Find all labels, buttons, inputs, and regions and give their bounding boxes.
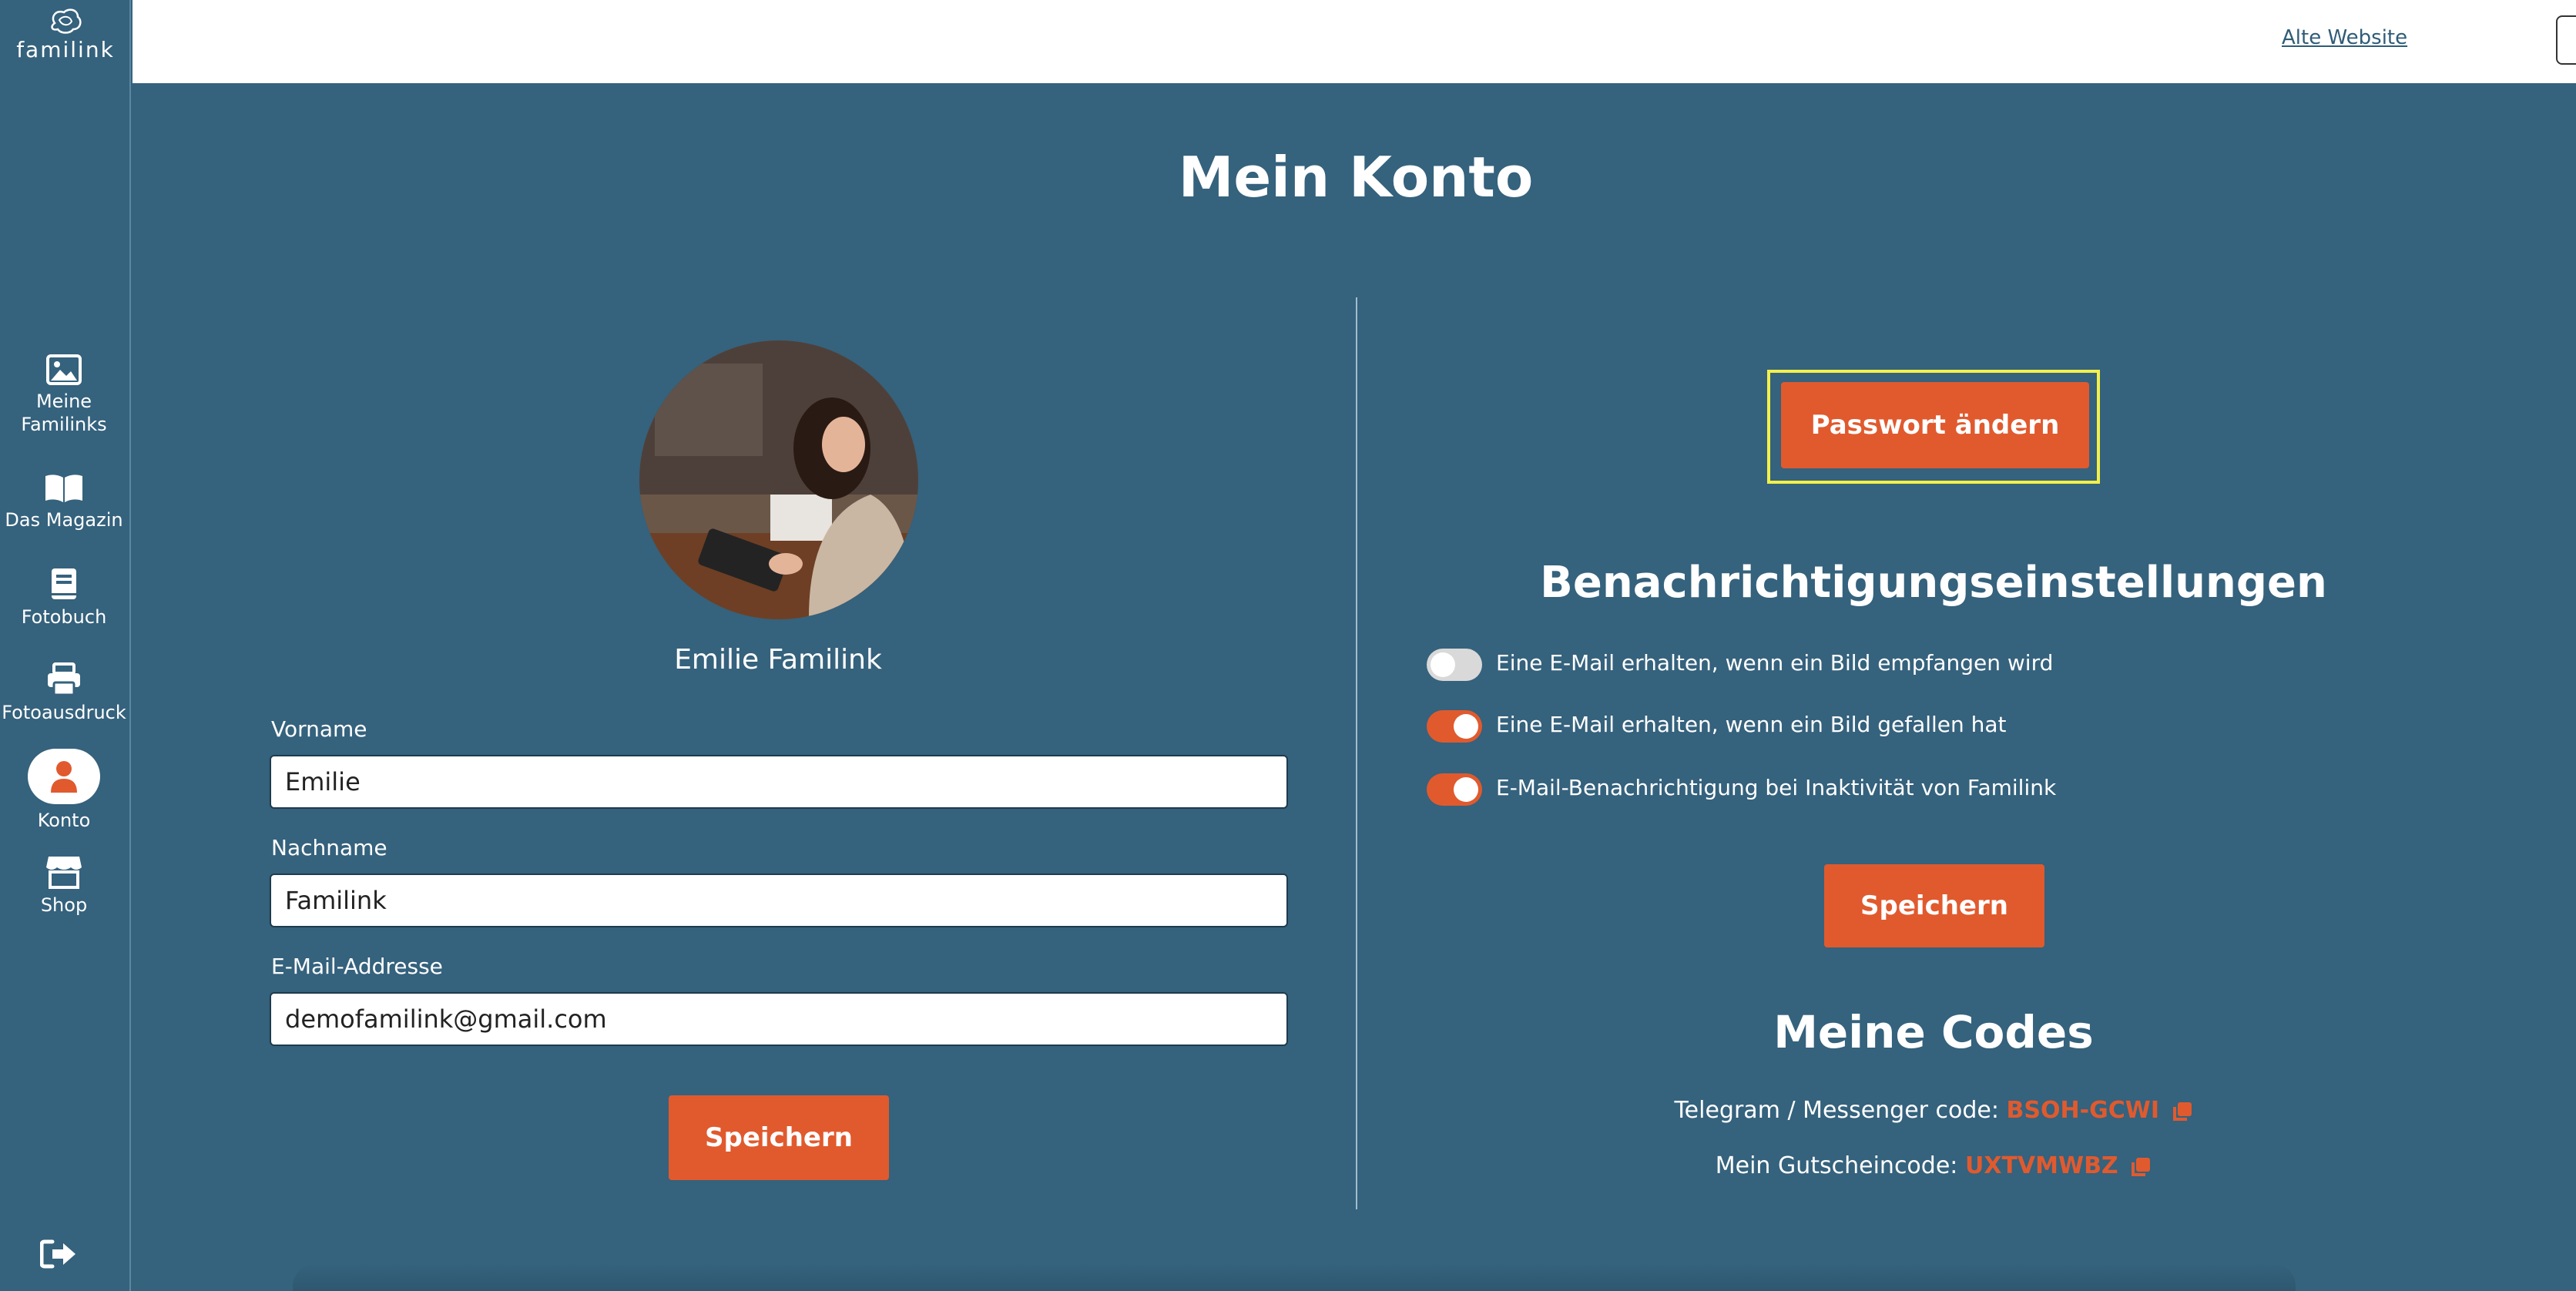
language-select[interactable] <box>2556 15 2576 65</box>
page-title: Mein Konto <box>1178 145 1534 210</box>
user-icon <box>51 761 77 793</box>
photobook-icon <box>52 568 76 599</box>
voucher-code-label: Mein Gutscheincode: <box>1715 1152 1958 1179</box>
logout-icon[interactable] <box>40 1239 77 1269</box>
book-open-icon <box>45 474 82 502</box>
telegram-code-value[interactable]: BSOH-GCWI <box>2007 1097 2159 1124</box>
sidebar-item-label: Meine Familinks <box>21 391 107 435</box>
profile-name: Emilie Familink <box>674 644 882 676</box>
voucher-code-value[interactable]: UXTVMWBZ <box>1965 1152 2118 1179</box>
shop-icon <box>46 857 82 889</box>
notification-label: Eine E-Mail erhalten, wenn ein Bild gefa… <box>1496 712 2007 737</box>
first-name-field[interactable] <box>270 755 1288 809</box>
notification-label: Eine E-Mail erhalten, wenn ein Bild empf… <box>1496 650 2054 676</box>
top-header: Alte Website ? <box>132 0 2576 83</box>
image-icon <box>46 354 82 385</box>
sidebar-item-label: Fotoausdruck <box>2 702 126 723</box>
sidebar-item-fotoausdruck[interactable]: Fotoausdruck <box>0 662 128 724</box>
familink-logo-icon <box>51 8 82 34</box>
voucher-code-line: Mein Gutscheincode: UXTVMWBZ <box>1387 1152 2480 1179</box>
save-notifications-button[interactable]: Speichern <box>1824 864 2044 947</box>
column-divider <box>1356 297 1357 1209</box>
sidebar-item-label: Konto <box>37 810 91 831</box>
toggle-knob <box>1431 652 1455 677</box>
last-name-label: Nachname <box>271 835 387 860</box>
toggle-liked-email[interactable] <box>1427 710 1482 743</box>
last-name-field[interactable] <box>270 874 1288 927</box>
profile-photo <box>639 340 918 619</box>
sidebar-item-konto[interactable]: Konto <box>0 749 128 832</box>
toggle-knob <box>1454 777 1478 802</box>
footer-shadow <box>293 1263 2296 1291</box>
toggle-inactivity-email[interactable] <box>1427 773 1482 806</box>
notifications-title: Benachrichtigungseinstellungen <box>1540 558 2327 608</box>
sidebar-item-shop[interactable]: Shop <box>0 855 128 917</box>
sidebar-item-label: Fotobuch <box>21 606 107 628</box>
change-password-button[interactable]: Passwort ändern <box>1781 382 2089 468</box>
email-field[interactable] <box>270 992 1288 1046</box>
save-profile-button[interactable]: Speichern <box>669 1095 889 1180</box>
email-label: E-Mail-Addresse <box>271 954 443 979</box>
sidebar-item-label: Das Magazin <box>5 509 123 531</box>
familink-logo[interactable]: familink <box>0 6 131 62</box>
first-name-label: Vorname <box>271 716 367 742</box>
copy-icon[interactable] <box>2130 1156 2152 1178</box>
telegram-code-label: Telegram / Messenger code: <box>1674 1097 1999 1124</box>
toggle-received-email[interactable] <box>1427 649 1482 681</box>
copy-icon[interactable] <box>2172 1101 2193 1122</box>
printer-icon <box>48 662 80 696</box>
notification-label: E-Mail-Benachrichtigung bei Inaktivität … <box>1496 775 2057 800</box>
sidebar-item-fotobuch[interactable]: Fotobuch <box>0 567 128 629</box>
avatar[interactable] <box>639 340 918 619</box>
logo-text: familink <box>16 37 115 62</box>
toggle-knob <box>1454 714 1478 739</box>
codes-title: Meine Codes <box>1773 1006 2094 1058</box>
sidebar-item-das-magazin[interactable]: Das Magazin <box>0 473 128 531</box>
old-website-link[interactable]: Alte Website <box>2282 26 2407 49</box>
sidebar: familink Meine Familinks Das Magazin Fot… <box>0 0 131 1291</box>
active-indicator <box>28 749 100 804</box>
sidebar-item-label: Shop <box>40 894 88 916</box>
telegram-code-line: Telegram / Messenger code: BSOH-GCWI <box>1387 1097 2480 1124</box>
sidebar-item-meine-familinks[interactable]: Meine Familinks <box>0 354 128 436</box>
